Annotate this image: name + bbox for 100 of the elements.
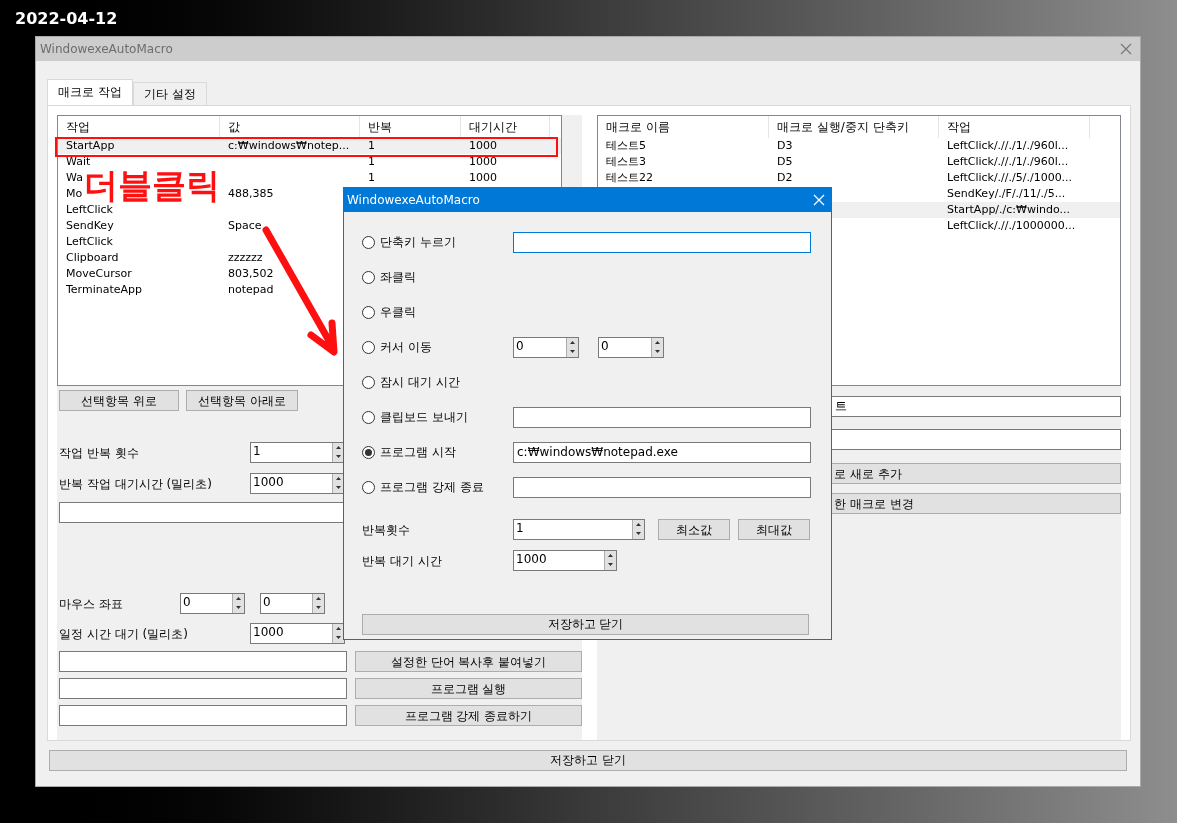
button[interactable]: 최대값 [738, 519, 810, 540]
list-cell: SendKey [66, 219, 114, 232]
column-header[interactable]: 대기시간 [461, 116, 550, 138]
down-arrow-icon [333, 483, 344, 492]
option-label: 클립보드 보내기 [380, 409, 468, 426]
save-button[interactable]: 저장하고 닫기 [362, 613, 809, 635]
option-label: 잠시 대기 시간 [380, 374, 460, 391]
radio-button[interactable] [362, 340, 375, 354]
spin-field[interactable]: 0 [260, 593, 325, 614]
spin-field[interactable]: 1 [250, 442, 345, 463]
list-cell: 1000 [469, 139, 497, 152]
list-cell: 테스트3 [606, 155, 646, 168]
input-field[interactable] [59, 705, 347, 726]
field-label: 일정 시간 대기 (밀리초) [59, 625, 189, 643]
field-label: 작업 반복 횟수 [59, 444, 140, 462]
option-label: 단축키 누르기 [380, 234, 456, 251]
up-arrow-icon [333, 624, 344, 633]
spin-buttons[interactable] [632, 520, 644, 539]
radio-button[interactable] [362, 305, 375, 319]
option-label: 프로그램 강제 종료 [380, 479, 484, 496]
radio-button[interactable] [362, 375, 375, 389]
list-cell: Clipboard [66, 251, 119, 264]
option-label: 커서 이동 [380, 339, 432, 356]
spin-buttons[interactable] [332, 474, 344, 493]
button[interactable]: 선택항목 위로 [59, 390, 179, 411]
list-cell: D3 [777, 139, 793, 152]
down-arrow-icon [333, 633, 344, 642]
list-cell: MoveCursor [66, 267, 132, 280]
spin-buttons[interactable] [566, 337, 578, 357]
spin-buttons[interactable] [651, 337, 663, 357]
column-header[interactable]: 작업 [58, 116, 220, 138]
input-field[interactable] [513, 406, 811, 428]
down-arrow-icon [313, 603, 324, 612]
up-arrow-icon [333, 474, 344, 483]
list-cell: 488,385 [228, 187, 274, 200]
list-cell: LeftClick/.//./1000000... [947, 219, 1076, 232]
input-field[interactable] [59, 651, 347, 672]
radio-button[interactable] [362, 445, 375, 459]
up-arrow-icon [633, 520, 644, 529]
column-header[interactable]: 값 [220, 116, 360, 138]
field-label: 반복 작업 대기시간 (밀리초) [59, 475, 213, 493]
button[interactable]: 설정한 단어 복사후 붙여넣기 [355, 651, 582, 672]
up-arrow-icon [313, 594, 324, 603]
radio-button[interactable] [362, 270, 375, 284]
spin-buttons[interactable] [312, 594, 324, 613]
list-cell: LeftClick/.//./5/./1000... [947, 171, 1073, 184]
spin-buttons[interactable] [604, 551, 616, 570]
list-cell: Space [228, 219, 262, 232]
down-arrow-icon [605, 560, 616, 569]
list-cell: LeftClick/.//./1/./960l... [947, 155, 1069, 168]
list-cell: LeftClick [66, 235, 113, 248]
option-label: 우클릭 [380, 304, 416, 321]
list-cell: 803,502 [228, 267, 274, 280]
down-arrow-icon [333, 452, 344, 461]
input-field[interactable] [513, 476, 811, 498]
list-cell: 1 [368, 155, 375, 168]
input-field[interactable]: c:₩windows₩notepad.exe [513, 441, 811, 463]
list-cell: 1000 [469, 155, 497, 168]
button[interactable]: 프로그램 실행 [355, 678, 582, 699]
radio-button[interactable] [362, 480, 375, 494]
spin-buttons[interactable] [232, 594, 244, 613]
option-label: 프로그램 시작 [380, 444, 456, 461]
field-label: 반복 대기 시간 [362, 552, 443, 570]
spin-field[interactable]: 1000 [250, 623, 345, 644]
list-cell: notepad [228, 283, 274, 296]
button[interactable]: 선택항목 아래로 [186, 390, 298, 411]
spin-field[interactable]: 1 [513, 519, 645, 540]
tab[interactable]: 기타 설정 [132, 82, 207, 105]
column-header[interactable]: 반복 [360, 116, 461, 138]
list-cell: 테스트22 [606, 171, 653, 184]
window-title: WindowexeAutoMacro [40, 41, 173, 58]
button[interactable]: 최소값 [658, 519, 730, 540]
spin-field[interactable]: 0 [513, 336, 579, 358]
list-cell: D2 [777, 171, 793, 184]
spin-field[interactable]: 1000 [513, 550, 617, 571]
date-label: 2022-04-12 [15, 8, 118, 30]
down-arrow-icon [233, 603, 244, 612]
field-label: 마우스 좌표 [59, 595, 124, 613]
spin-buttons[interactable] [332, 624, 344, 643]
radio-button[interactable] [362, 410, 375, 424]
spin-field[interactable]: 1000 [250, 473, 345, 494]
radio-button[interactable] [362, 235, 375, 249]
down-arrow-icon [633, 529, 644, 538]
button[interactable]: 프로그램 강제 종료하기 [355, 705, 582, 726]
spin-buttons[interactable] [332, 443, 344, 462]
list-cell: Wait [66, 155, 91, 168]
close-icon[interactable] [1120, 43, 1132, 55]
input-field[interactable] [59, 678, 347, 699]
up-arrow-icon [233, 594, 244, 603]
save-button[interactable]: 저장하고 닫기 [49, 749, 1127, 771]
list-cell: 1000 [469, 171, 497, 184]
tab[interactable]: 매크로 작업 [47, 79, 133, 105]
spin-field[interactable]: 0 [180, 593, 245, 614]
up-arrow-icon [605, 551, 616, 560]
input-field[interactable] [513, 231, 811, 253]
up-arrow-icon [333, 443, 344, 452]
list-cell: D5 [777, 155, 793, 168]
spin-field[interactable]: 0 [598, 336, 664, 358]
list-cell: StartApp [66, 139, 115, 152]
list-cell: LeftClick/.//./1/./960l... [947, 139, 1069, 152]
